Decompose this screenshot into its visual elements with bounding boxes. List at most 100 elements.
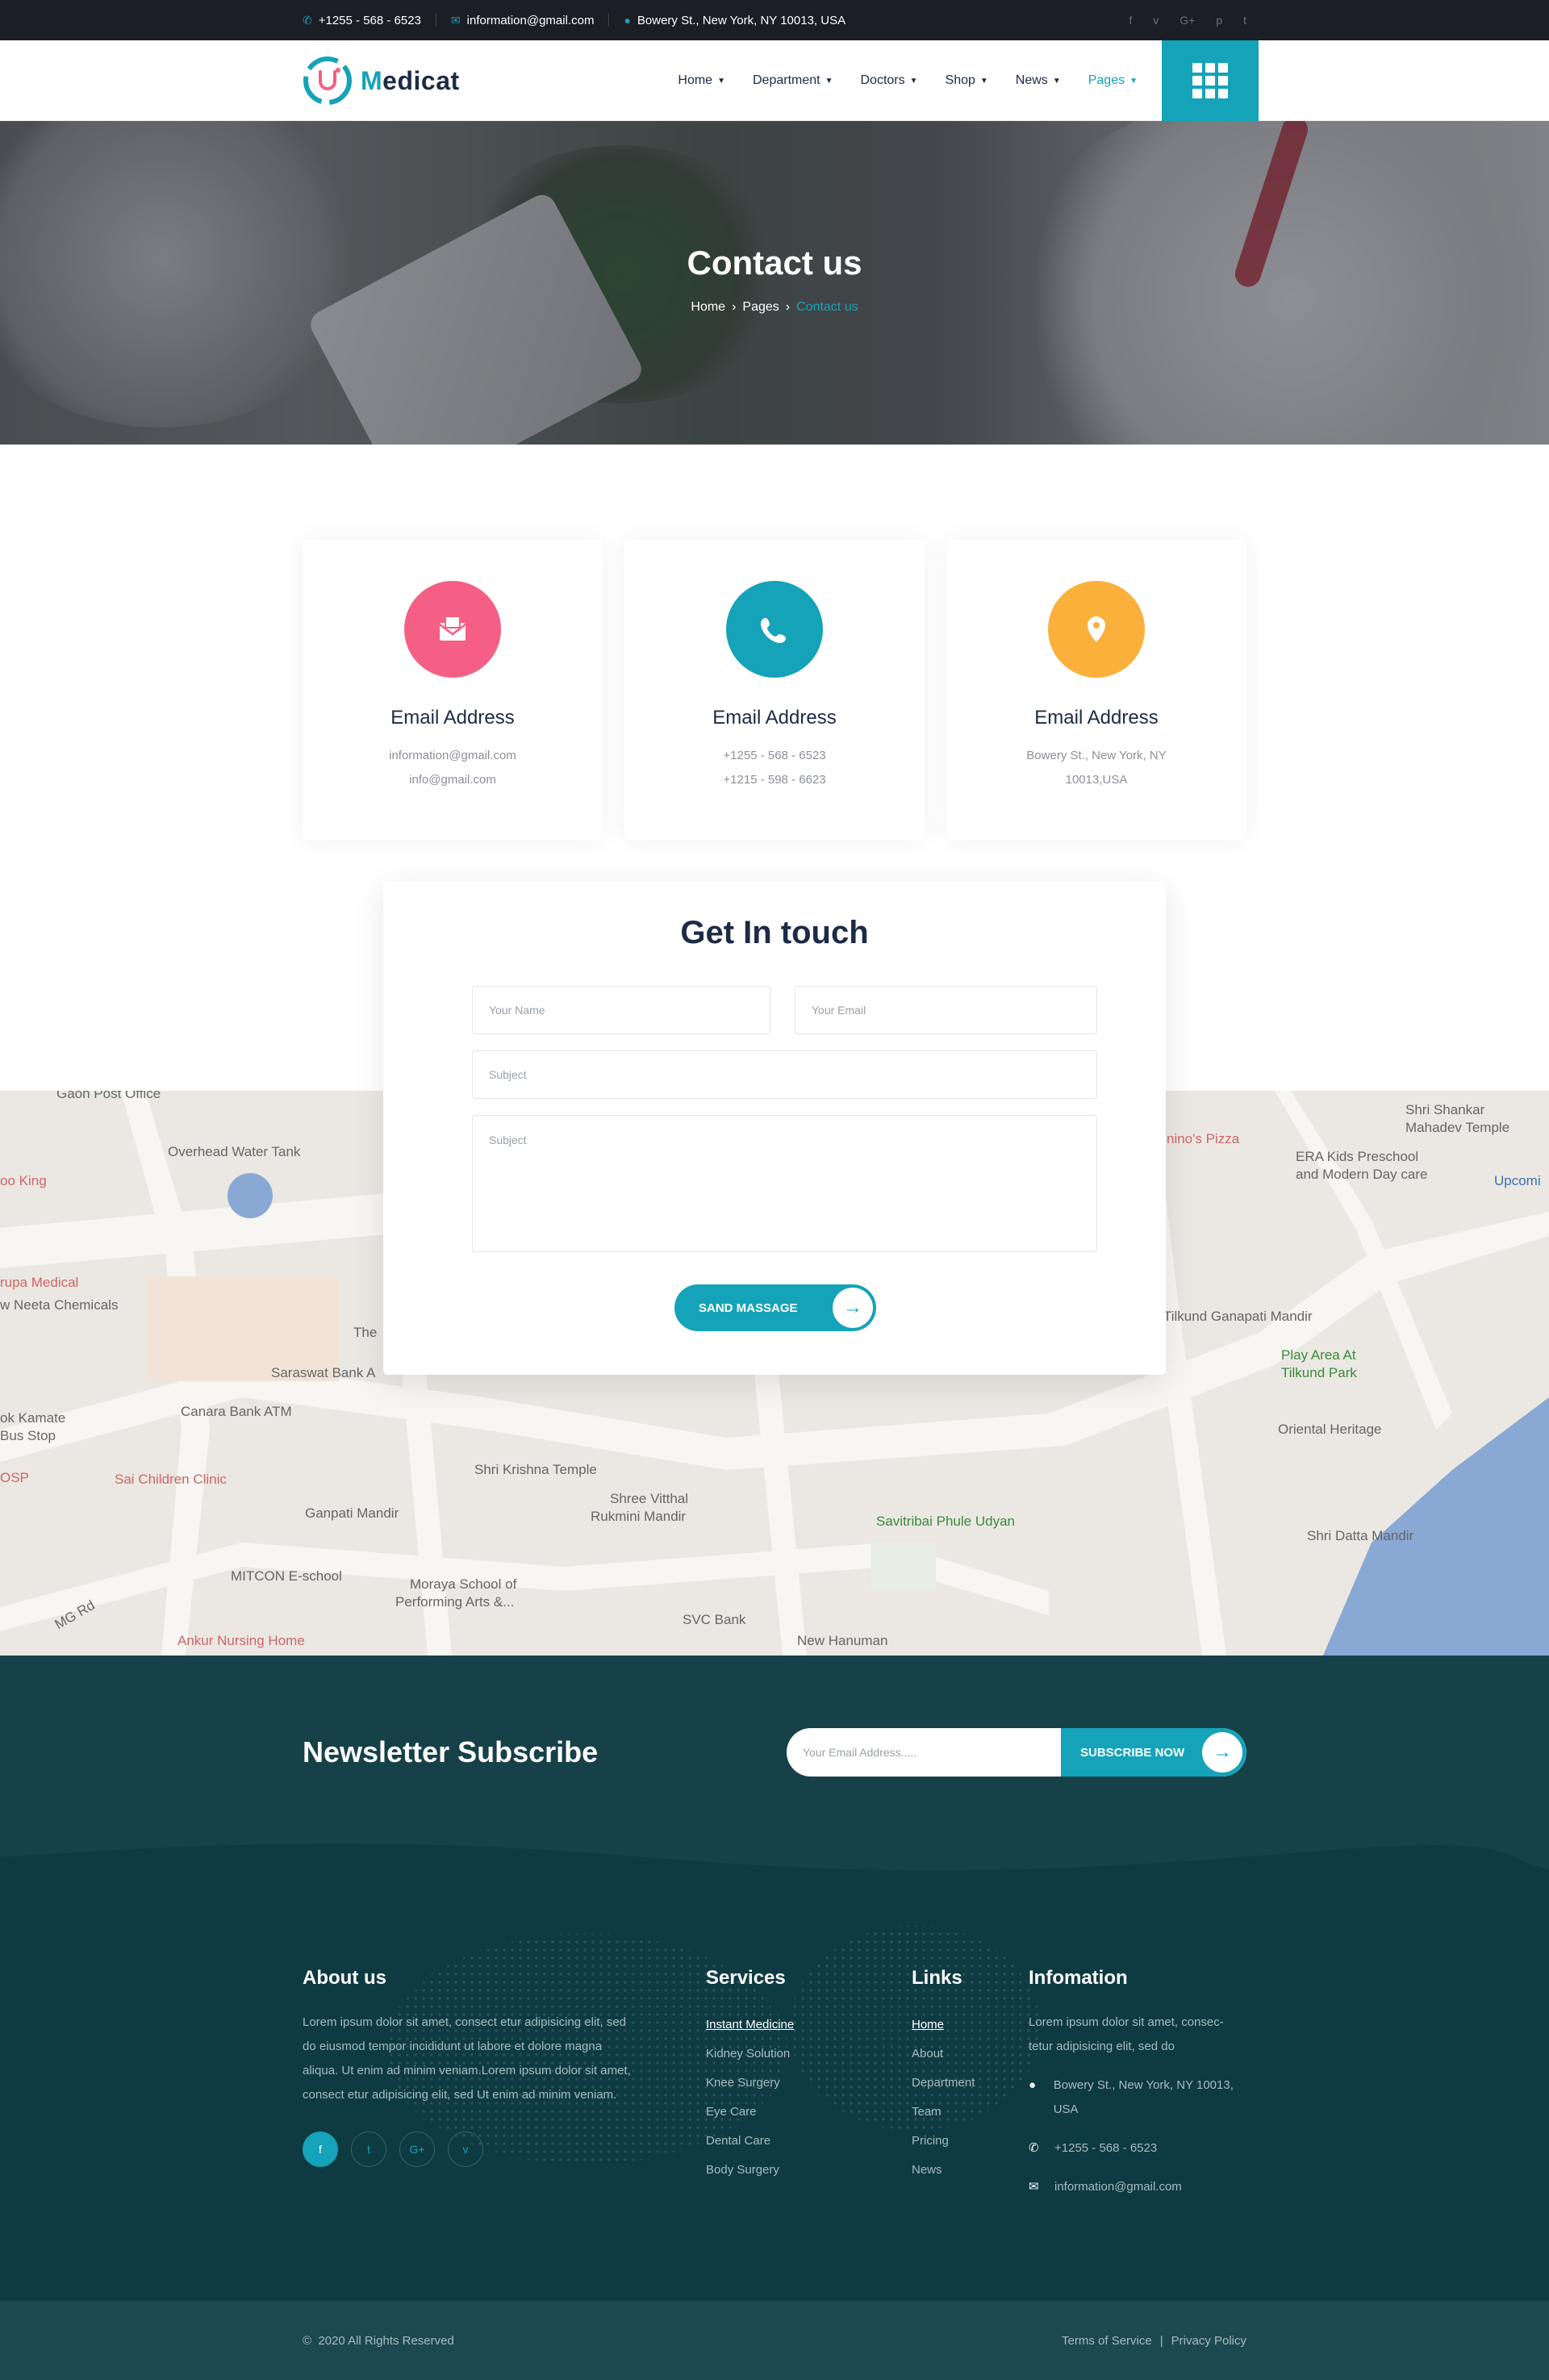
page-title: Contact us bbox=[687, 244, 862, 282]
topbar-email[interactable]: ✉ information@gmail.com bbox=[451, 14, 595, 27]
footer-heading: Links bbox=[912, 1967, 962, 1989]
chevron-down-icon: ▼ bbox=[1052, 76, 1061, 86]
map-label: w Neeta Chemicals bbox=[0, 1297, 119, 1313]
footer-link[interactable]: Instant Medicine bbox=[706, 2010, 794, 2040]
map-label: Moraya School of bbox=[410, 1576, 517, 1592]
chevron-down-icon: ▼ bbox=[909, 76, 918, 86]
message-textarea[interactable]: Subject bbox=[472, 1115, 1097, 1252]
nav-shop[interactable]: Shop ▼ bbox=[946, 73, 988, 88]
map-label: Savitribai Phule Udyan bbox=[876, 1514, 1015, 1529]
footer-heading: About us bbox=[303, 1967, 386, 1989]
location-pin-icon bbox=[1048, 581, 1145, 678]
map-label: ERA Kids Preschool bbox=[1296, 1149, 1419, 1164]
footer: About us Lorem ipsum dolor sit amet, con… bbox=[0, 1898, 1549, 2301]
email-input[interactable]: Your Email bbox=[795, 986, 1097, 1034]
facebook-icon[interactable]: f bbox=[303, 2132, 338, 2167]
footer-about: About us Lorem ipsum dolor sit amet, con… bbox=[303, 1967, 633, 2167]
map-label: Sai Children Clinic bbox=[115, 1472, 227, 1487]
twitter-icon[interactable]: t bbox=[351, 2132, 386, 2167]
footer-link[interactable]: Body Surgery bbox=[706, 2156, 794, 2185]
footer-social: f t G+ v bbox=[303, 2132, 633, 2167]
nav-doctors[interactable]: Doctors ▼ bbox=[860, 73, 917, 88]
contact-cards: Email Address information@gmail.com info@… bbox=[303, 540, 1246, 840]
newsletter-section: Newsletter Subscribe Your Email Address.… bbox=[0, 1656, 1549, 1898]
google-plus-icon[interactable]: G+ bbox=[1179, 14, 1195, 27]
menu: Home ▼ Department ▼ Doctors ▼ Shop ▼ News ▼ P… bbox=[678, 73, 1138, 88]
stethoscope-logo-icon bbox=[303, 56, 352, 105]
card-line[interactable]: information@gmail.com bbox=[389, 749, 516, 762]
chevron-down-icon: ▼ bbox=[979, 76, 988, 86]
topbar-address: ● Bowery St., New York, NY 10013, USA bbox=[624, 13, 846, 27]
phone-icon bbox=[726, 581, 823, 678]
facebook-icon[interactable]: f bbox=[1129, 14, 1132, 27]
nav-department[interactable]: Department ▼ bbox=[753, 73, 833, 88]
chevron-right-icon: › bbox=[785, 300, 791, 314]
map-label: Tilkund Ganapati Mandir bbox=[1163, 1309, 1313, 1324]
breadcrumb-home[interactable]: Home bbox=[691, 300, 725, 315]
footer-email[interactable]: information@gmail.com bbox=[1054, 2175, 1182, 2199]
footer-link[interactable]: Home bbox=[912, 2010, 975, 2040]
map-label: ok Kamate bbox=[0, 1410, 66, 1426]
footer-link[interactable]: Pricing bbox=[912, 2127, 975, 2156]
footer-link[interactable]: Team bbox=[912, 2098, 975, 2127]
footer-link[interactable]: Department bbox=[912, 2069, 975, 2098]
nav-news[interactable]: News ▼ bbox=[1016, 73, 1061, 88]
subscribe-button[interactable]: SUBSCRIBE NOW → bbox=[1061, 1728, 1246, 1777]
breadcrumb: Home › Pages › Contact us bbox=[0, 300, 1549, 315]
google-plus-icon[interactable]: G+ bbox=[399, 2132, 435, 2167]
terms-link[interactable]: Terms of Service bbox=[1062, 2334, 1152, 2348]
form-title: Get In touch bbox=[680, 915, 869, 950]
topbar-phone[interactable]: ✆ +1255 - 568 - 6523 bbox=[303, 14, 421, 27]
envelope-icon: ✉ bbox=[1029, 2180, 1039, 2194]
vimeo-icon[interactable]: v bbox=[448, 2132, 483, 2167]
name-input[interactable]: Your Name bbox=[472, 986, 770, 1034]
footer-services: Services Instant Medicine Kidney Solutio… bbox=[706, 1967, 794, 2185]
send-message-button[interactable]: SAND MASSAGE → bbox=[674, 1284, 876, 1331]
brand-logo[interactable]: Medicat bbox=[303, 56, 460, 106]
card-line[interactable]: +1215 - 598 - 6623 bbox=[723, 773, 825, 787]
brand-initial: M bbox=[361, 65, 383, 95]
map-label: SVC Bank bbox=[683, 1612, 746, 1627]
footer-link[interactable]: Dental Care bbox=[706, 2127, 794, 2156]
footer-link[interactable]: Eye Care bbox=[706, 2098, 794, 2127]
footer-link[interactable]: News bbox=[912, 2156, 975, 2185]
top-bar: ✆ +1255 - 568 - 6523 ✉ information@gmail… bbox=[0, 0, 1549, 40]
nav-home[interactable]: Home ▼ bbox=[678, 73, 725, 88]
card-title: Email Address bbox=[1034, 707, 1159, 729]
newsletter-form: Your Email Address..... SUBSCRIBE NOW → bbox=[787, 1728, 1246, 1777]
contact-card-email: Email Address information@gmail.com info@… bbox=[303, 540, 603, 840]
arrow-right-icon: → bbox=[1202, 1732, 1242, 1772]
grid-icon bbox=[1192, 63, 1228, 98]
privacy-link[interactable]: Privacy Policy bbox=[1171, 2334, 1246, 2348]
map-label: Shri Krishna Temple bbox=[474, 1462, 597, 1477]
map-label: Gaon Post Office bbox=[56, 1091, 161, 1101]
card-line[interactable]: info@gmail.com bbox=[409, 773, 496, 787]
footer-heading: Infomation bbox=[1029, 1967, 1128, 1989]
map-label: Shree Vitthal bbox=[610, 1491, 689, 1506]
footer-about-text: Lorem ipsum dolor sit amet, consect etur… bbox=[303, 2015, 631, 2102]
map-label: Tilkund Park bbox=[1281, 1365, 1357, 1380]
card-title: Email Address bbox=[712, 707, 837, 729]
footer-heading: Services bbox=[706, 1967, 786, 1989]
subject-input[interactable]: Subject bbox=[472, 1050, 1097, 1099]
footer-link[interactable]: Knee Surgery bbox=[706, 2069, 794, 2098]
breadcrumb-pages[interactable]: Pages bbox=[742, 300, 779, 315]
twitter-icon[interactable]: t bbox=[1243, 14, 1246, 27]
contact-card-address: Email Address Bowery St., New York, NY 10… bbox=[946, 540, 1246, 840]
divider bbox=[608, 14, 610, 27]
vimeo-icon[interactable]: v bbox=[1153, 14, 1159, 27]
footer-phone[interactable]: +1255 - 568 - 6523 bbox=[1054, 2136, 1157, 2161]
map-label: MITCON E-school bbox=[231, 1568, 342, 1584]
phone-icon: ✆ bbox=[303, 13, 312, 27]
map-label: Play Area At bbox=[1281, 1347, 1356, 1363]
footer-link[interactable]: Kidney Solution bbox=[706, 2040, 794, 2069]
footer-link[interactable]: About bbox=[912, 2040, 975, 2069]
pinterest-icon[interactable]: p bbox=[1216, 14, 1222, 27]
nav-pages[interactable]: Pages ▼ bbox=[1088, 73, 1138, 88]
grid-menu-button[interactable] bbox=[1162, 40, 1259, 121]
card-line[interactable]: +1255 - 568 - 6523 bbox=[723, 749, 825, 762]
map-label: OSP bbox=[0, 1470, 29, 1485]
envelope-icon: ✉ bbox=[450, 13, 461, 27]
map-label: Shri Shankar bbox=[1405, 1102, 1485, 1117]
newsletter-email-input[interactable]: Your Email Address..... bbox=[803, 1746, 916, 1759]
